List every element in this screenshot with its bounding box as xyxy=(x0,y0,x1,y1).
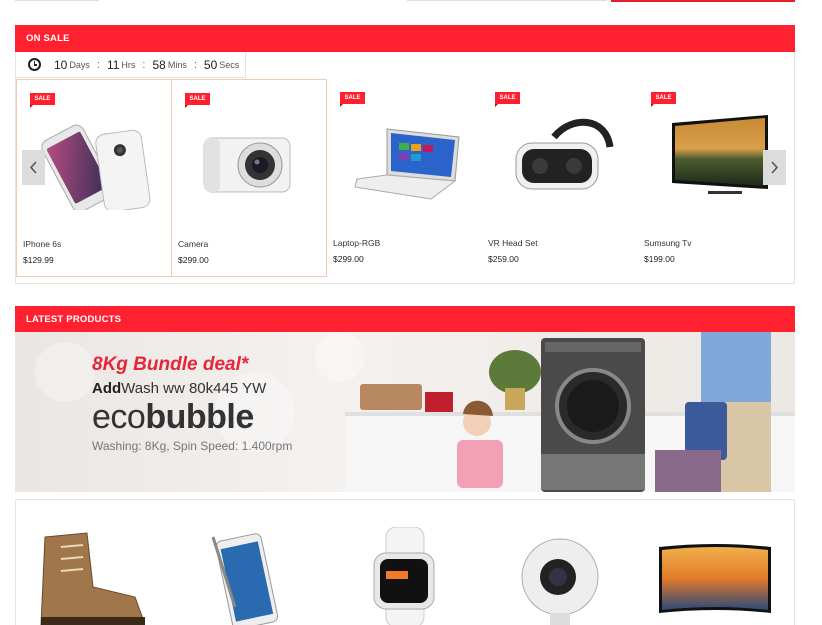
sale-badge: SALE xyxy=(30,93,55,108)
on-sale-header: ON SALE xyxy=(15,25,795,52)
countdown-secs-label: Secs xyxy=(219,59,240,70)
page: ON SALE 10 Days : 11 Hrs : 58 Mins : 50 … xyxy=(0,0,822,625)
banner-spec-text: Washing: 8Kg, Spin Speed: 1.400rpm xyxy=(92,439,293,453)
previous-section-edge xyxy=(15,0,795,3)
latest-products-header: LATEST PRODUCTS xyxy=(15,306,795,333)
product-price: $259.00 xyxy=(488,254,519,264)
product-price: $299.00 xyxy=(333,254,364,264)
chevron-right-icon xyxy=(771,161,779,174)
promo-banner[interactable]: 8Kg Bundle deal* AddWash ww 80k445 YW ec… xyxy=(15,332,795,492)
product-card[interactable]: SALE VR Head Set $259.00 xyxy=(482,79,638,277)
banner-brand-text: ecobubble xyxy=(92,398,254,436)
curved-tv-image[interactable] xyxy=(655,527,775,625)
product-name[interactable]: VR Head Set xyxy=(488,238,538,248)
countdown-hours: 11 xyxy=(106,57,120,72)
sale-badge: SALE xyxy=(651,92,676,107)
product-name[interactable]: IPhone 6s xyxy=(23,239,61,249)
laundry-scene-image xyxy=(345,332,795,492)
countdown-hours-label: Hrs xyxy=(121,59,136,70)
product-price: $299.00 xyxy=(178,255,209,265)
sale-countdown: 10 Days : 11 Hrs : 58 Mins : 50 Secs xyxy=(15,52,246,78)
vr-headset-image[interactable] xyxy=(502,109,620,209)
product-name[interactable]: Sumsung Tv xyxy=(644,238,692,248)
phablet-image[interactable] xyxy=(195,527,295,625)
sale-badge: SALE xyxy=(340,92,365,107)
360-camera-image[interactable] xyxy=(510,527,610,625)
product-price: $199.00 xyxy=(644,254,675,264)
camera-image[interactable] xyxy=(192,110,310,210)
product-price: $129.99 xyxy=(23,255,54,265)
smartphone-image[interactable] xyxy=(37,110,155,210)
countdown-mins: 58 xyxy=(152,57,166,72)
on-sale-carousel: SALE IPhone 6s $129.99 SALE Camera $299.… xyxy=(16,79,794,277)
carousel-next-button[interactable] xyxy=(763,150,786,185)
countdown-days: 10 xyxy=(54,57,68,72)
countdown-secs: 50 xyxy=(203,57,218,72)
boot-image[interactable] xyxy=(35,527,155,625)
countdown-days-label: Days xyxy=(69,59,90,70)
countdown-mins-label: Mins xyxy=(167,59,187,70)
product-name[interactable]: Camera xyxy=(178,239,208,249)
chevron-left-icon xyxy=(29,161,37,174)
smartwatch-image[interactable] xyxy=(360,527,450,625)
clock-icon xyxy=(28,58,41,71)
tv-image[interactable] xyxy=(658,109,776,209)
product-name[interactable]: Laptop-RGB xyxy=(333,238,380,248)
product-card[interactable]: SALE Camera $299.00 xyxy=(171,79,327,277)
banner-deal-text: 8Kg Bundle deal* xyxy=(92,354,249,375)
carousel-prev-button[interactable] xyxy=(22,150,45,185)
banner-model-text: AddWash ww 80k445 YW xyxy=(92,380,267,397)
sale-badge: SALE xyxy=(495,92,520,107)
laptop-image[interactable] xyxy=(347,109,465,209)
sale-badge: SALE xyxy=(185,93,210,108)
product-card[interactable]: SALE Laptop-RGB $299.00 xyxy=(327,79,483,277)
